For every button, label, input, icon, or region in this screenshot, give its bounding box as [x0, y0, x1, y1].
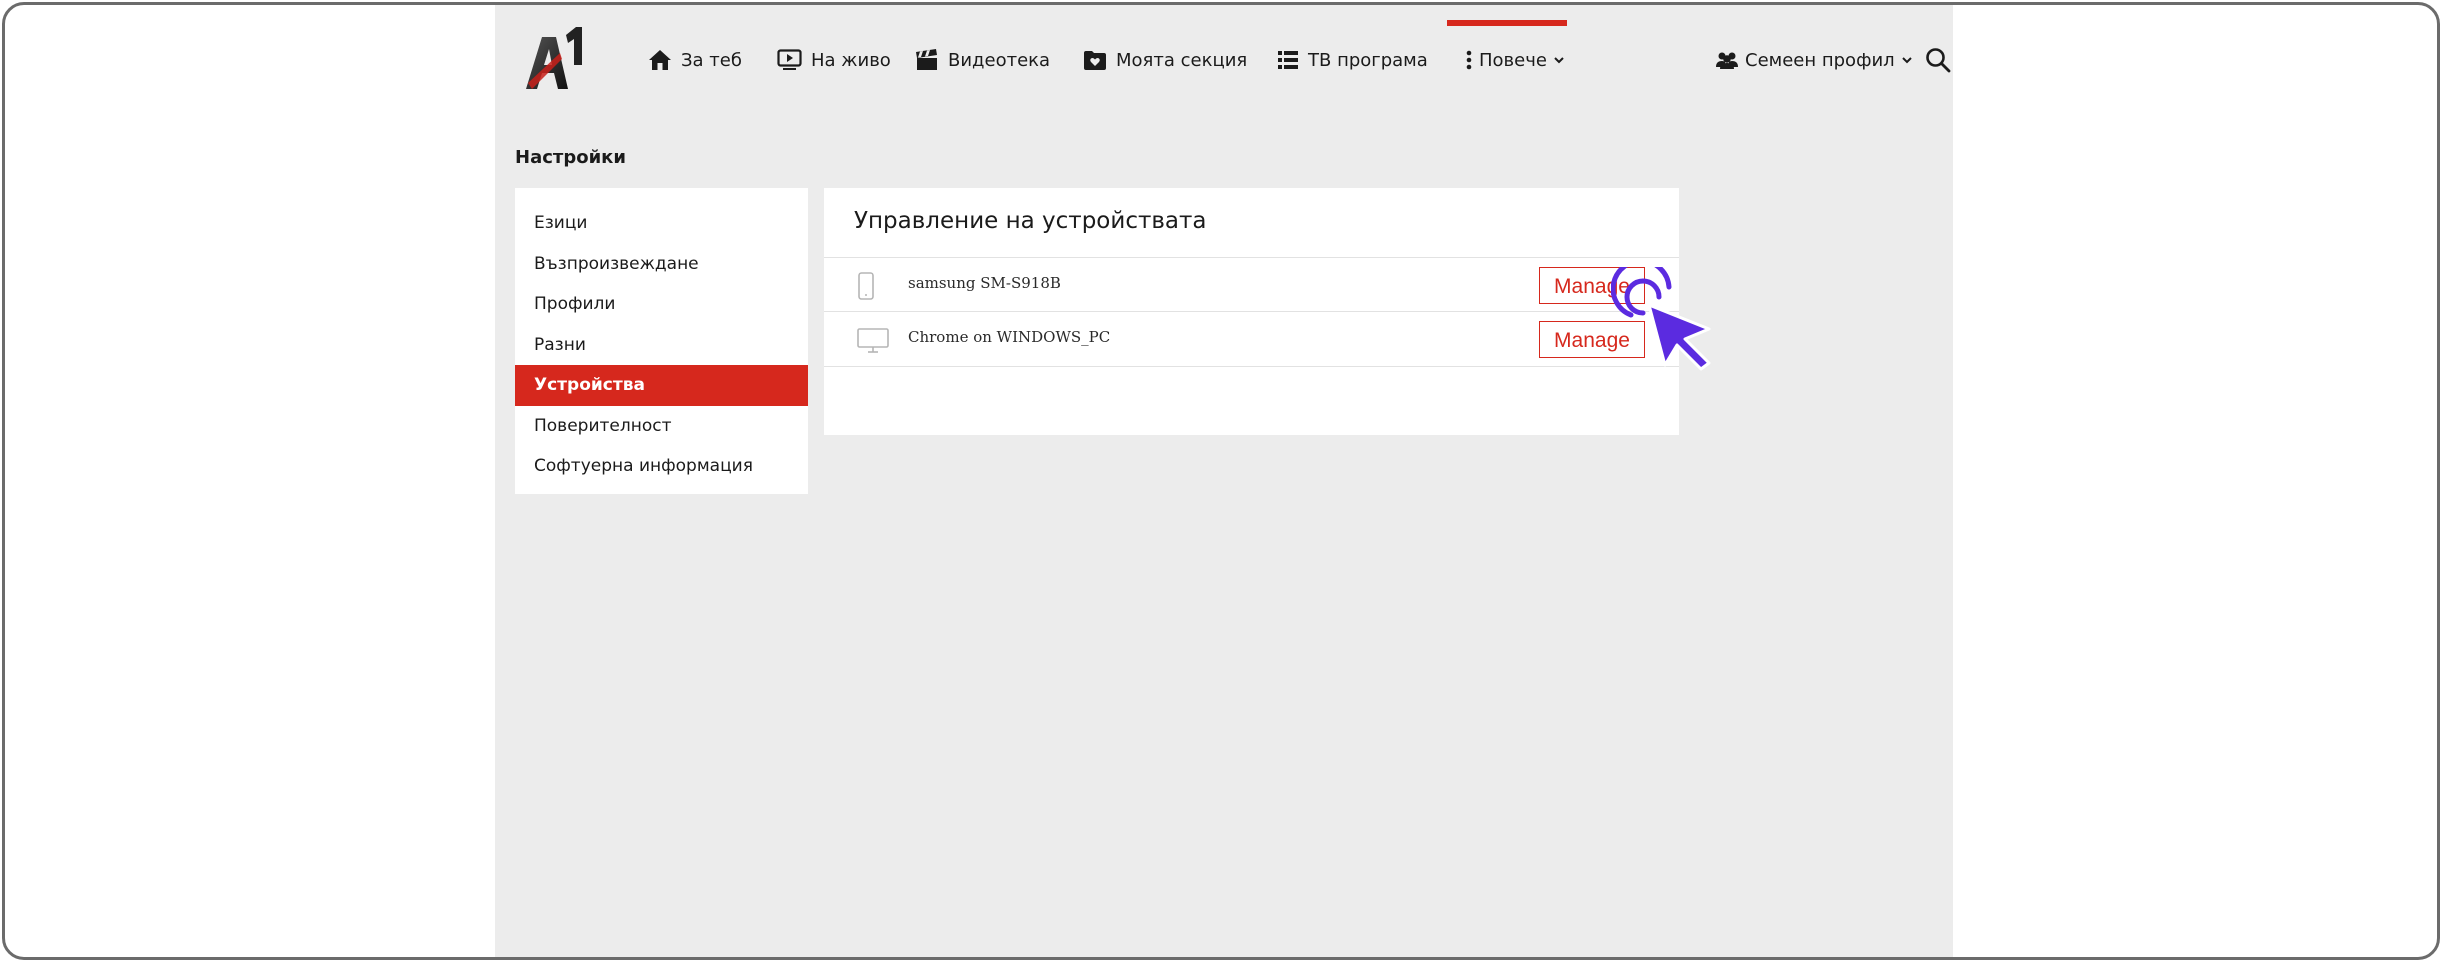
- sidebar-item-devices[interactable]: Устройства: [515, 365, 808, 406]
- active-nav-indicator: [1447, 20, 1567, 26]
- nav-item-for-you[interactable]: За теб: [648, 43, 742, 77]
- device-name: samsung SM-S918B: [908, 274, 1061, 292]
- search-icon: [1926, 48, 1951, 73]
- search-button[interactable]: [1925, 43, 1951, 77]
- chevron-down-icon: [1901, 57, 1912, 64]
- device-row: samsung SM-S918B Manage: [824, 257, 1679, 311]
- phone-icon: [858, 272, 874, 300]
- top-navbar: За теб На живо Видеотека Моята секция ТВ…: [495, 5, 1953, 111]
- nav-item-label: Видеотека: [948, 49, 1051, 71]
- home-icon: [649, 50, 671, 70]
- page-title: Настройки: [515, 147, 627, 168]
- profile-menu[interactable]: Семеен профил: [1715, 43, 1913, 77]
- sidebar-item-privacy[interactable]: Поверителност: [515, 406, 808, 447]
- nav-item-live[interactable]: На живо: [777, 43, 891, 77]
- nav-item-label: Повече: [1479, 49, 1547, 71]
- live-tv-icon: [777, 49, 802, 70]
- a1-logo[interactable]: [520, 23, 592, 95]
- window-frame: За теб На живо Видеотека Моята секция ТВ…: [2, 2, 2440, 960]
- nav-item-label: Моята секция: [1116, 49, 1248, 71]
- device-row: Chrome on WINDOWS_PC Manage: [824, 311, 1679, 367]
- nav-item-tv-guide[interactable]: ТВ програма: [1277, 43, 1428, 77]
- sidebar-item-misc[interactable]: Разни: [515, 325, 808, 366]
- nav-item-video-library[interactable]: Видеотека: [915, 43, 1050, 77]
- nav-item-label: За теб: [681, 49, 742, 71]
- profile-label: Семеен профил: [1745, 49, 1895, 71]
- panel-title: Управление на устройствата: [854, 208, 1207, 234]
- device-name: Chrome on WINDOWS_PC: [908, 328, 1111, 346]
- more-vertical-icon: [1466, 50, 1472, 70]
- clapperboard-icon: [916, 49, 937, 70]
- app-container: За теб На живо Видеотека Моята секция ТВ…: [495, 5, 1953, 957]
- nav-item-label: На живо: [811, 49, 891, 71]
- sidebar-item-software-info[interactable]: Софтуерна информация: [515, 446, 808, 487]
- list-icon: [1278, 51, 1298, 69]
- device-management-panel: Управление на устройствата samsung SM-S9…: [824, 188, 1679, 435]
- sidebar-item-languages[interactable]: Езици: [515, 203, 808, 244]
- sidebar-item-profiles[interactable]: Профили: [515, 284, 808, 325]
- chevron-down-icon: [1554, 57, 1564, 64]
- nav-item-my-section[interactable]: Моята секция: [1083, 43, 1247, 77]
- nav-item-label: ТВ програма: [1308, 49, 1428, 71]
- users-icon: [1716, 52, 1738, 69]
- monitor-icon: [857, 328, 889, 353]
- nav-item-more[interactable]: Повече: [1465, 43, 1565, 77]
- favorites-folder-icon: [1084, 51, 1106, 70]
- click-cursor-icon: [1611, 267, 1711, 371]
- settings-sidebar: Езици Възпроизвеждане Профили Разни Устр…: [515, 188, 808, 494]
- sidebar-item-playback[interactable]: Възпроизвеждане: [515, 244, 808, 285]
